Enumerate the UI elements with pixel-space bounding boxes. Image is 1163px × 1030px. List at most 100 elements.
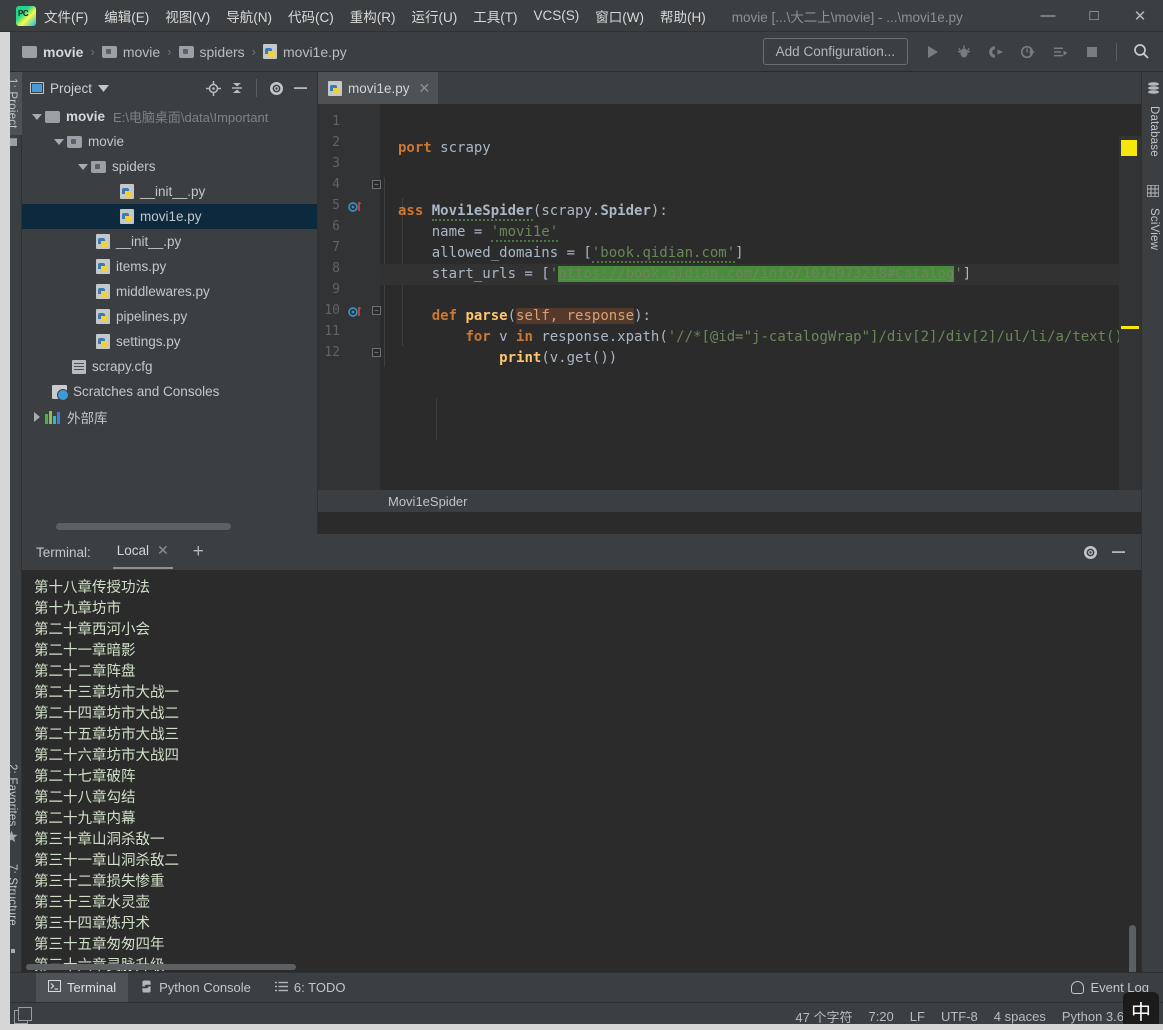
tree-row-scrapy-cfg[interactable]: scrapy.cfg [22,354,317,379]
line-number: 3 [332,156,340,171]
code-line-7: start_urls = ['https://book.qidian.com/i… [380,264,1141,285]
terminal-horizontal-scrollbar[interactable] [26,964,296,970]
tree-row-items[interactable]: items.py [22,254,317,279]
menu-vcs[interactable]: VCS(S) [526,4,588,27]
indent-setting[interactable]: 4 spaces [994,1009,1046,1024]
menu-view[interactable]: 视图(V) [157,2,218,30]
tree-row-movie-pkg[interactable]: movie [22,129,317,154]
run-gutter-icon[interactable] [348,200,362,219]
debug-icon[interactable] [950,38,978,66]
ime-badge[interactable]: 中 [1123,992,1159,1028]
inspection-warning-indicator[interactable] [1121,140,1137,156]
menu-run[interactable]: 运行(U) [404,2,466,30]
tree-row-movi1e[interactable]: movi1e.py [22,204,317,229]
run-toolbar [918,38,1155,66]
breadcrumb-item-3[interactable]: movi1e.py [263,44,347,60]
run-gutter-icon[interactable] [348,305,362,324]
hide-icon[interactable] [1107,541,1129,563]
indent-guide [436,398,437,440]
breadcrumb-item-2[interactable]: spiders [178,44,245,60]
tree-row-pipelines[interactable]: pipelines.py [22,304,317,329]
run-coverage-icon[interactable] [982,38,1010,66]
python-interpreter[interactable]: Python 3.6 [1062,1009,1124,1024]
menu-code[interactable]: 代码(C) [280,2,342,30]
new-terminal-tab-button[interactable]: + [193,541,204,563]
source-code[interactable]: port scrapy ass Movi1eSpider(scrapy.Spid… [380,104,1141,512]
breadcrumb-item-0[interactable]: movie [22,44,83,60]
tree-row-settings[interactable]: settings.py [22,329,317,354]
stack-icon[interactable] [14,1006,32,1024]
settings-gear-icon[interactable] [1079,541,1101,563]
close-icon[interactable]: ✕ [157,542,169,559]
chevron-down-icon[interactable] [76,160,89,173]
python-file-icon [328,80,342,96]
warning-stripe-mark[interactable] [1121,326,1139,329]
bottom-tab-todo[interactable]: 6: TODO [263,973,358,1003]
tree-row-spiders[interactable]: spiders [22,154,317,179]
breadcrumb-item-1[interactable]: movie [101,44,160,60]
code-line-1: port scrapy [398,140,491,156]
close-button[interactable]: ✕ [1117,0,1163,32]
folder-icon [101,45,117,58]
url-literal[interactable]: https://book.qidian.com/info/1014973218#… [558,266,955,282]
terminal-vertical-scrollbar[interactable] [1129,925,1136,972]
maximize-button[interactable]: □ [1071,0,1117,32]
editor-tab-bar: movi1e.py ✕ [318,72,1141,104]
editor-gutter[interactable]: 1 2 3 4 5 6 7 8 9 10 11 12 − − − [318,104,381,512]
bottom-tab-terminal[interactable]: Terminal [36,972,129,1003]
settings-gear-icon[interactable] [265,77,287,99]
editor-error-stripe[interactable] [1119,136,1141,512]
code-canvas[interactable]: 1 2 3 4 5 6 7 8 9 10 11 12 − − − port sc… [318,104,1141,512]
search-everywhere-icon[interactable] [1127,38,1155,66]
tree-row-middlewares[interactable]: middlewares.py [22,279,317,304]
code-line-5: name = 'movi1e' [398,224,559,242]
menu-edit[interactable]: 编辑(E) [96,2,157,30]
profile-icon[interactable] [1014,38,1042,66]
terminal-header: Terminal: Local ✕ + [22,534,1141,570]
line-separator[interactable]: LF [910,1009,925,1024]
tree-row-scratches[interactable]: Scratches and Consoles [22,379,317,404]
terminal-output[interactable]: 第十八章传授功法 第十九章坊市 第二十章西河小会 第二十一章暗影 第二十二章阵盘… [22,570,1141,972]
menu-file[interactable]: 文件(F) [36,2,96,30]
file-encoding[interactable]: UTF-8 [941,1009,978,1024]
tree-row-external-libraries[interactable]: 外部库 [22,404,317,429]
terminal-actions [1079,541,1141,563]
terminal-line: 第十八章传授功法 [34,580,150,596]
collapse-all-icon[interactable] [226,77,248,99]
tool-window-sciview[interactable]: SciView [1142,202,1163,256]
chevron-down-icon[interactable] [30,110,43,123]
menu-refactor[interactable]: 重构(R) [342,2,404,30]
code-line-4: ass Movi1eSpider(scrapy.Spider): [398,203,668,221]
menu-help[interactable]: 帮助(H) [652,2,714,30]
menu-window[interactable]: 窗口(W) [587,2,652,30]
terminal-line: 第二十九章内幕 [34,811,136,827]
hide-icon[interactable] [289,77,311,99]
tree-row-spiders-init[interactable]: __init__.py [22,179,317,204]
tree-row-movie-init[interactable]: __init__.py [22,229,317,254]
folder-icon [22,45,37,58]
locate-icon[interactable] [202,77,224,99]
breadcrumb-label-3: movi1e.py [283,43,347,60]
tool-window-database[interactable]: Database [1142,100,1163,163]
run-with-console-icon[interactable] [1046,38,1074,66]
project-horizontal-scrollbar[interactable] [56,523,231,530]
editor-tab-movi1e[interactable]: movi1e.py ✕ [318,72,439,104]
stop-icon[interactable] [1078,38,1106,66]
project-tree[interactable]: movie E:\电脑桌面\data\Important movie spide… [22,104,317,534]
editor-breadcrumb[interactable]: Movi1eSpider [318,490,1141,512]
run-icon[interactable] [918,38,946,66]
minimize-button[interactable]: — [1025,0,1071,32]
add-configuration-button[interactable]: Add Configuration... [762,38,908,65]
terminal-tab-local[interactable]: Local ✕ [112,535,173,569]
chevron-down-icon[interactable] [52,135,65,148]
tree-path: E:\电脑桌面\data\Important [113,110,269,125]
tree-row-movie-root[interactable]: movie E:\电脑桌面\data\Important [22,104,317,129]
chevron-right-icon[interactable] [30,410,43,423]
terminal-line: 第三十五章匆匆四年 [34,937,165,953]
close-icon[interactable]: ✕ [419,80,431,97]
caret-position[interactable]: 7:20 [868,1009,893,1024]
bottom-tab-python-console[interactable]: Python Console [128,973,263,1003]
menu-navigate[interactable]: 导航(N) [218,2,280,30]
chevron-down-icon[interactable] [98,79,110,97]
menu-tools[interactable]: 工具(T) [465,2,525,30]
